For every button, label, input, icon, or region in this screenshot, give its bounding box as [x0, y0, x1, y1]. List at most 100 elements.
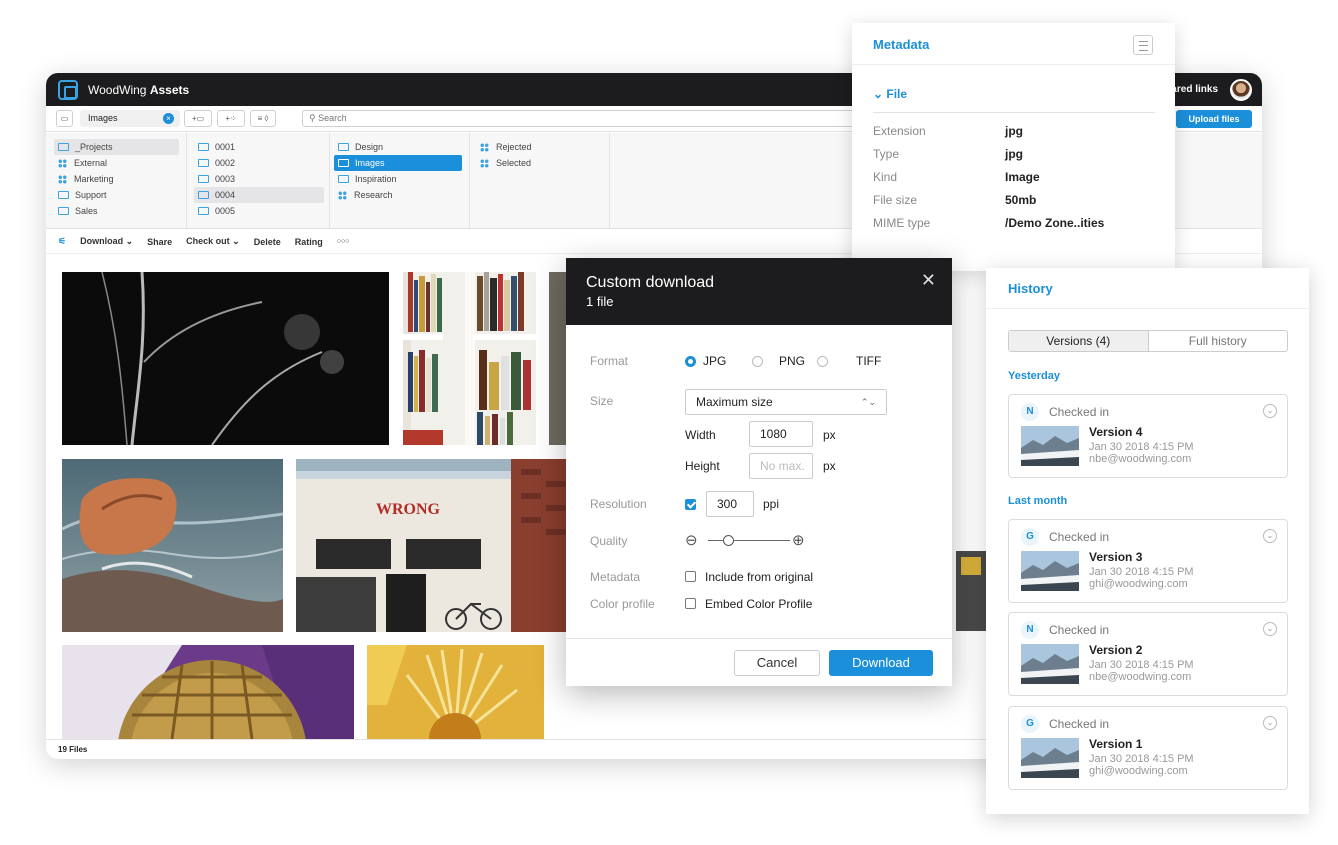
folder-item[interactable]: Inspiration — [334, 171, 462, 187]
chevron-down-icon[interactable]: ⌄ — [1263, 529, 1277, 543]
folder-item-selected[interactable]: Images — [334, 155, 462, 171]
upload-files-button[interactable]: Upload files — [1176, 110, 1252, 128]
collection-item[interactable]: Selected — [476, 155, 606, 171]
download-button[interactable]: Download — [829, 650, 933, 676]
woodwing-logo-icon — [58, 79, 78, 100]
thumbnail-image[interactable] — [62, 272, 389, 445]
version-card[interactable]: G Checked in ⌄ Version 1 Jan 30 2018 4:1… — [1008, 706, 1288, 790]
folder-item[interactable]: 0005 — [194, 203, 324, 219]
width-input[interactable]: 1080 — [749, 421, 813, 447]
quality-decrease-icon[interactable]: ⊖ — [685, 531, 698, 549]
collection-item[interactable]: External — [54, 155, 179, 171]
collection-item[interactable]: Rejected — [476, 139, 606, 155]
thumbnail-image[interactable] — [62, 459, 283, 632]
resolution-input[interactable]: 300 — [706, 491, 754, 517]
user-avatar[interactable] — [1230, 78, 1252, 101]
chevron-down-icon[interactable]: ⌄ — [1263, 622, 1277, 636]
resolution-checkbox[interactable] — [685, 499, 696, 510]
collection-item[interactable]: Marketing — [54, 171, 179, 187]
width-unit: px — [823, 428, 836, 442]
version-card[interactable]: G Checked in ⌄ Version 3 Jan 30 2018 4:1… — [1008, 519, 1288, 603]
format-tiff-radio[interactable] — [817, 356, 828, 367]
folder-item[interactable]: _Projects — [54, 139, 179, 155]
format-png-radio[interactable] — [752, 356, 763, 367]
checkout-menu[interactable]: Check out ⌄ — [186, 236, 240, 247]
metadata-key: Type — [873, 147, 900, 161]
folder-item[interactable]: 0002 — [194, 155, 324, 171]
quality-slider-track[interactable] — [708, 540, 790, 541]
panel-toggle-icon[interactable]: ▭ — [56, 110, 73, 127]
folder-item[interactable]: Support — [54, 187, 179, 203]
version-email: nbe@woodwing.com — [1089, 453, 1192, 465]
folder-icon — [198, 143, 209, 151]
metadata-value: Image — [1005, 170, 1040, 184]
column-divider — [609, 133, 610, 229]
more-actions-icon[interactable]: ○○○ — [337, 238, 350, 245]
metadata-value: /Demo Zone..ities — [1005, 216, 1105, 230]
filter-icon[interactable]: ⚟ — [58, 236, 66, 247]
sort-button[interactable]: ≡ ◊ — [250, 110, 276, 127]
height-input[interactable]: No max. — [749, 453, 813, 479]
collection-icon — [480, 158, 489, 168]
version-title: Version 2 — [1089, 643, 1143, 657]
file-section-toggle[interactable]: ⌄ File — [873, 87, 907, 101]
folder-item[interactable]: Design — [334, 139, 462, 155]
version-card[interactable]: N Checked in ⌄ Version 2 Jan 30 2018 4:1… — [1008, 612, 1288, 696]
add-folder-button[interactable]: + ▭ — [184, 110, 212, 127]
folder-icon — [58, 143, 69, 151]
folder-item[interactable]: 0001 — [194, 139, 324, 155]
dialog-title: Custom download — [586, 274, 715, 291]
folder-icon — [338, 143, 349, 151]
metadata-key: Extension — [873, 124, 926, 138]
tab-full-history[interactable]: Full history — [1149, 331, 1288, 351]
folder-column-3: Design Images Inspiration Research — [334, 139, 462, 203]
folder-item[interactable]: 0003 — [194, 171, 324, 187]
thumbnail-image[interactable] — [549, 272, 567, 445]
folder-icon — [198, 175, 209, 183]
tab-versions[interactable]: Versions (4) — [1009, 331, 1149, 351]
embed-color-profile-option: Embed Color Profile — [705, 597, 813, 611]
embed-color-profile-checkbox[interactable] — [685, 598, 696, 609]
collection-item[interactable]: Research — [334, 187, 462, 203]
thumbnail-image[interactable] — [62, 645, 354, 739]
folder-column-2: 0001 0002 0003 0004 0005 — [194, 139, 324, 219]
thumbnail-image[interactable] — [367, 645, 544, 739]
thumbnail-image[interactable] — [403, 272, 536, 445]
folder-icon — [58, 207, 69, 215]
version-card[interactable]: N Checked in ⌄ Version 4 Jan 30 2018 4:1… — [1008, 394, 1288, 478]
clear-breadcrumb-icon[interactable]: × — [163, 113, 174, 124]
resolution-label: Resolution — [590, 497, 647, 511]
add-collection-button[interactable]: + ⁘ — [217, 110, 245, 127]
version-date: Jan 30 2018 4:15 PM — [1089, 566, 1194, 578]
folder-icon — [338, 159, 349, 167]
include-metadata-checkbox[interactable] — [685, 571, 696, 582]
search-input[interactable]: ⚲ Search — [302, 110, 862, 127]
list-settings-icon[interactable] — [1133, 35, 1153, 55]
thumbnail-image[interactable]: WRONG — [296, 459, 586, 632]
chevron-down-icon[interactable]: ⌄ — [1263, 404, 1277, 418]
chevron-down-icon[interactable]: ⌄ — [1263, 716, 1277, 730]
share-button[interactable]: Share — [147, 237, 172, 247]
close-icon[interactable]: ✕ — [921, 270, 936, 291]
delete-button[interactable]: Delete — [254, 237, 281, 247]
download-menu[interactable]: Download ⌄ — [80, 236, 133, 247]
quality-increase-icon[interactable]: ⊕ — [792, 531, 805, 549]
cancel-button[interactable]: Cancel — [734, 650, 820, 676]
collection-icon — [480, 142, 489, 152]
version-action: Checked in — [1049, 530, 1110, 544]
metadata-value: jpg — [1005, 147, 1023, 161]
folder-item[interactable]: Sales — [54, 203, 179, 219]
quality-slider-handle[interactable] — [722, 535, 734, 546]
version-title: Version 1 — [1089, 737, 1143, 751]
rating-button[interactable]: Rating — [295, 237, 323, 247]
version-title: Version 3 — [1089, 550, 1143, 564]
folder-item[interactable]: 0004 — [194, 187, 324, 203]
size-label: Size — [590, 394, 614, 408]
format-jpg-radio[interactable] — [685, 356, 696, 367]
storefront-sign-text: WRONG — [376, 501, 441, 518]
version-email: nbe@woodwing.com — [1089, 671, 1192, 683]
user-badge: N — [1021, 621, 1039, 639]
size-select[interactable]: Maximum size ⌃⌄ — [685, 389, 887, 415]
metadata-label: Metadata — [590, 570, 641, 584]
version-thumbnail — [1021, 644, 1079, 684]
